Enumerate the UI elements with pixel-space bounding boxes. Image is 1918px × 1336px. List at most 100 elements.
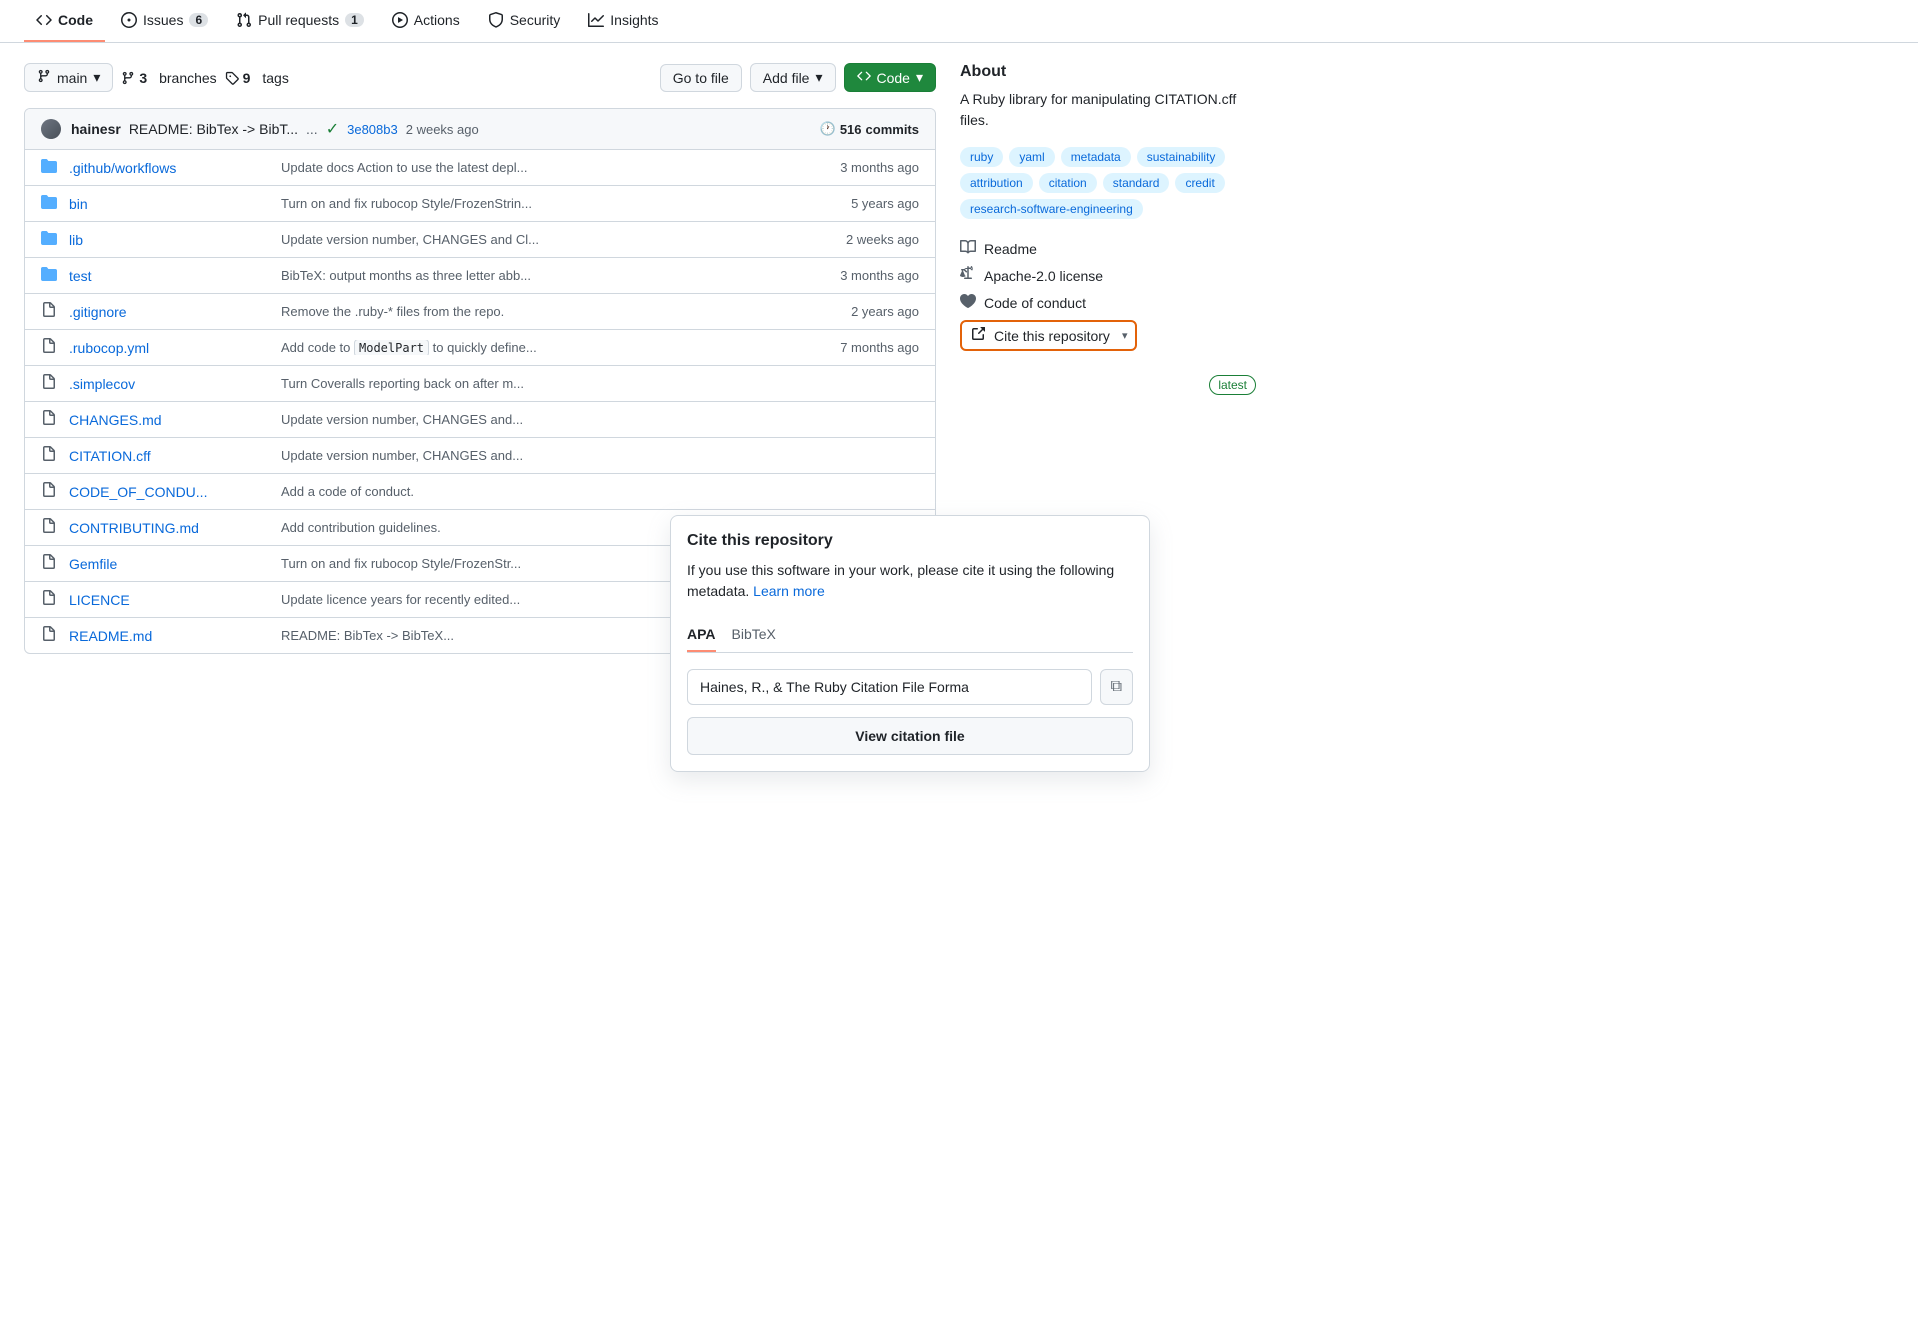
commits-label: commits	[866, 122, 919, 137]
code-button[interactable]: Code ▾	[844, 63, 937, 92]
citation-text-input[interactable]	[687, 669, 1092, 705]
nav-security[interactable]: Security	[476, 0, 573, 42]
add-file-chevron-icon: ▾	[815, 69, 822, 86]
cite-repository-button[interactable]: Cite this repository ▾	[960, 320, 1137, 351]
topic-yaml[interactable]: yaml	[1009, 147, 1054, 167]
nav-actions[interactable]: Actions	[380, 0, 472, 42]
copy-citation-button[interactable]: ⧉	[1100, 669, 1133, 705]
file-name[interactable]: .simplecov	[69, 376, 269, 392]
nav-pullrequests[interactable]: Pull requests 1	[224, 0, 376, 42]
file-time: 2 years ago	[799, 304, 919, 319]
learn-more-link[interactable]: Learn more	[753, 583, 825, 599]
file-name[interactable]: LICENCE	[69, 592, 269, 608]
go-to-file-button[interactable]: Go to file	[660, 64, 742, 92]
add-file-button[interactable]: Add file ▾	[750, 63, 836, 92]
top-nav: Code Issues 6 Pull requests 1 Actions Se…	[0, 0, 1918, 43]
latest-badge: latest	[1209, 375, 1256, 395]
commit-header: hainesr README: BibTex -> BibT... ... ✓ …	[25, 109, 935, 150]
nav-security-label: Security	[510, 12, 561, 28]
topic-citation[interactable]: citation	[1039, 173, 1097, 193]
topic-standard[interactable]: standard	[1103, 173, 1170, 193]
file-icon	[41, 590, 61, 609]
file-row: lib Update version number, CHANGES and C…	[25, 222, 935, 258]
topic-ruby[interactable]: ruby	[960, 147, 1003, 167]
file-commit-msg: Update version number, CHANGES and...	[269, 448, 799, 463]
cite-input-row: ⧉	[687, 669, 1133, 705]
go-to-file-label: Go to file	[673, 70, 729, 86]
file-name[interactable]: bin	[69, 196, 269, 212]
file-time: 7 months ago	[799, 340, 919, 355]
file-row: CODE_OF_CONDU... Add a code of conduct.	[25, 474, 935, 510]
scale-icon	[960, 266, 976, 285]
commits-clock-icon: 🕐	[820, 121, 836, 137]
toolbar: main ▾ 3 branches 9 tags Go to file Add …	[24, 63, 936, 92]
commits-count[interactable]: 🕐 516 commits	[820, 121, 919, 137]
code-btn-label: Code	[877, 70, 910, 86]
commit-hash-link[interactable]: 3e808b3	[347, 122, 398, 137]
file-commit-msg: BibTeX: output months as three letter ab…	[269, 268, 799, 283]
file-row: .github/workflows Update docs Action to …	[25, 150, 935, 186]
nav-code[interactable]: Code	[24, 0, 105, 42]
file-name[interactable]: lib	[69, 232, 269, 248]
file-name[interactable]: CONTRIBUTING.md	[69, 520, 269, 536]
file-name[interactable]: .github/workflows	[69, 160, 269, 176]
code-btn-icon	[857, 69, 871, 86]
file-commit-msg: Remove the .ruby-* files from the repo.	[269, 304, 799, 319]
branches-count: 3	[139, 70, 147, 86]
conduct-link[interactable]: Code of conduct	[960, 289, 1256, 316]
issues-icon	[121, 12, 137, 28]
nav-issues-label: Issues	[143, 12, 183, 28]
file-row: bin Turn on and fix rubocop Style/Frozen…	[25, 186, 935, 222]
code-btn-chevron-icon: ▾	[916, 69, 923, 86]
file-name[interactable]: README.md	[69, 628, 269, 644]
cite-chevron-icon: ▾	[1122, 329, 1128, 342]
conduct-label: Code of conduct	[984, 295, 1086, 311]
nav-issues[interactable]: Issues 6	[109, 0, 220, 42]
license-link[interactable]: Apache-2.0 license	[960, 262, 1256, 289]
tab-apa[interactable]: APA	[687, 618, 716, 652]
branches-info[interactable]: 3 branches	[121, 70, 216, 86]
file-icon	[41, 374, 61, 393]
file-commit-msg: Add code to ModelPart to quickly define.…	[269, 340, 799, 355]
view-citation-button[interactable]: View citation file	[687, 717, 1133, 755]
topic-sustainability[interactable]: sustainability	[1137, 147, 1226, 167]
topic-metadata[interactable]: metadata	[1061, 147, 1131, 167]
file-name[interactable]: CODE_OF_CONDU...	[69, 484, 269, 500]
nav-code-label: Code	[58, 12, 93, 28]
file-name[interactable]: test	[69, 268, 269, 284]
nav-insights-label: Insights	[610, 12, 658, 28]
file-name[interactable]: CITATION.cff	[69, 448, 269, 464]
folder-icon	[41, 158, 61, 177]
branch-selector[interactable]: main ▾	[24, 63, 113, 92]
readme-link[interactable]: Readme	[960, 235, 1256, 262]
file-commit-msg: Add a code of conduct.	[269, 484, 799, 499]
topic-attribution[interactable]: attribution	[960, 173, 1033, 193]
topic-research[interactable]: research-software-engineering	[960, 199, 1143, 219]
folder-icon	[41, 230, 61, 249]
topic-credit[interactable]: credit	[1175, 173, 1224, 193]
file-icon	[41, 482, 61, 501]
file-name[interactable]: CHANGES.md	[69, 412, 269, 428]
file-commit-msg: Update docs Action to use the latest dep…	[269, 160, 799, 175]
file-row: .rubocop.yml Add code to ModelPart to qu…	[25, 330, 935, 366]
tags-info[interactable]: 9 tags	[225, 70, 289, 86]
nav-insights[interactable]: Insights	[576, 0, 670, 42]
file-icon	[41, 410, 61, 429]
cite-icon	[970, 326, 986, 345]
folder-icon	[41, 194, 61, 213]
file-name[interactable]: Gemfile	[69, 556, 269, 572]
issues-badge: 6	[189, 13, 208, 27]
actions-icon	[392, 12, 408, 28]
cite-tabs: APA BibTeX	[687, 618, 1133, 653]
file-name[interactable]: .rubocop.yml	[69, 340, 269, 356]
file-commit-msg: Turn on and fix rubocop Style/FrozenStri…	[269, 196, 799, 211]
cite-label: Cite this repository	[994, 328, 1110, 344]
file-row: .simplecov Turn Coveralls reporting back…	[25, 366, 935, 402]
avatar	[41, 119, 61, 139]
file-name[interactable]: .gitignore	[69, 304, 269, 320]
file-time: 3 months ago	[799, 160, 919, 175]
file-row: CITATION.cff Update version number, CHAN…	[25, 438, 935, 474]
tab-bibtex[interactable]: BibTeX	[732, 618, 776, 652]
commit-author: hainesr	[71, 121, 121, 137]
security-icon	[488, 12, 504, 28]
